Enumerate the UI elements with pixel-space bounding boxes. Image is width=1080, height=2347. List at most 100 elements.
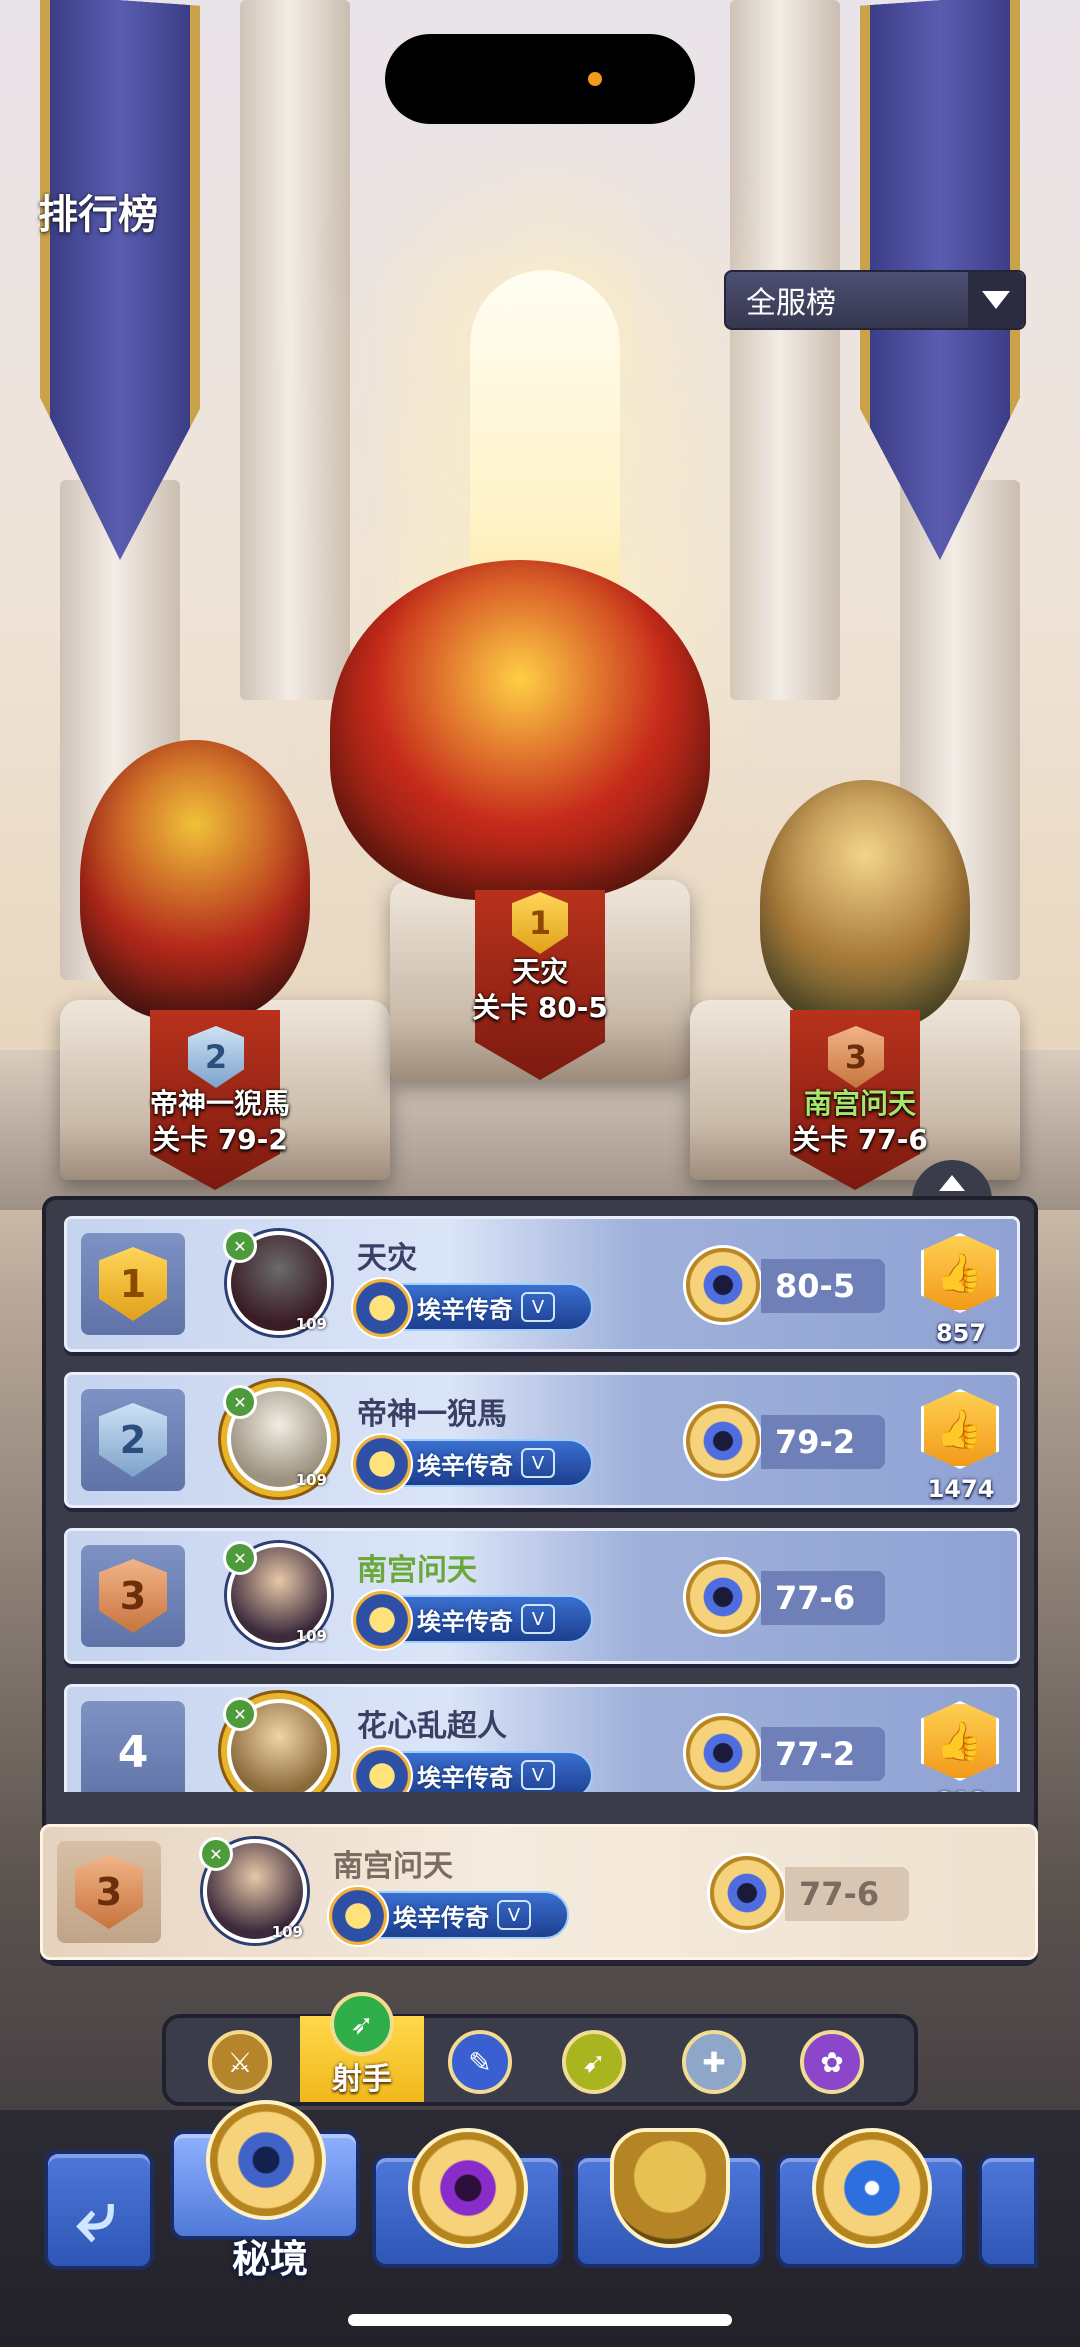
chevron-down-icon[interactable]: [968, 272, 1024, 328]
tier-emblem-icon: [351, 1433, 413, 1495]
row-rank-cell: 2: [81, 1389, 185, 1491]
tier-label: 埃辛传奇: [417, 1295, 513, 1324]
like-button[interactable]: 👍: [921, 1701, 999, 1781]
podium-stage-1: 关卡 80-5: [472, 991, 608, 1024]
privacy-indicator-dot: [588, 72, 602, 86]
stage-value: 77-6: [785, 1867, 909, 1921]
warrior-icon[interactable]: ⚔: [208, 2030, 272, 2094]
like-button[interactable]: 👍: [921, 1389, 999, 1469]
avatar[interactable]: ✕ 109: [199, 1837, 307, 1943]
podium-stage-3: 关卡 77-6: [792, 1123, 928, 1156]
player-name: 帝神一猊馬: [357, 1397, 507, 1432]
stage-value: 77-2: [761, 1727, 885, 1781]
camera-notch: [385, 34, 695, 124]
table-row[interactable]: 2 ✕ 109 帝神一猊馬 埃辛传奇 V 79-2 👍 1474: [64, 1372, 1020, 1508]
tier-label: 埃辛传奇: [417, 1607, 513, 1636]
like-count: 818: [903, 1787, 1019, 1792]
thumbs-up-icon: 👍: [936, 1406, 984, 1451]
player-name: 花心乱超人: [357, 1709, 507, 1744]
class-archer-icon: ✕: [223, 1229, 257, 1263]
tier-rank: V: [521, 1448, 555, 1478]
nav-tab-5[interactable]: [978, 2154, 1038, 2268]
stage-icon: [683, 1713, 763, 1792]
avatar-level: 109: [271, 1923, 303, 1941]
class-archer-icon: ✕: [223, 1697, 257, 1731]
avatar[interactable]: ✕ 109: [223, 1541, 331, 1647]
rank-badge-bronze: 3: [99, 1559, 167, 1633]
avatar-level: 109: [295, 1627, 327, 1645]
stage-value: 80-5: [761, 1259, 885, 1313]
player-name: 天灾: [357, 1241, 417, 1276]
tier-label: 埃辛传奇: [393, 1903, 489, 1932]
podium-name-3: 南宫问天: [803, 1087, 916, 1120]
summoner-icon[interactable]: ✿: [800, 2030, 864, 2094]
mage-icon[interactable]: ✎: [448, 2030, 512, 2094]
tier-badge: 埃辛传奇 V: [351, 1745, 593, 1792]
back-arrow-icon: ⤶: [76, 2174, 116, 2257]
stage-icon: [683, 1245, 763, 1325]
tier-label: 埃辛传奇: [417, 1763, 513, 1792]
table-row[interactable]: 1 ✕ 109 天灾 埃辛传奇 V 80-5 👍 857: [64, 1216, 1020, 1352]
tier-badge: 埃辛传奇 V: [327, 1885, 569, 1947]
avatar[interactable]: ✕ 109: [223, 1229, 331, 1335]
avatar[interactable]: ✕: [223, 1697, 331, 1792]
thumbs-up-icon: 👍: [936, 1250, 984, 1295]
rank-badge-bronze: 3: [75, 1855, 143, 1929]
tier-badge: 埃辛传奇 V: [351, 1589, 593, 1651]
page-title: 排行榜: [38, 192, 158, 238]
chevron-up-icon: [939, 1175, 965, 1191]
rank-number: 4: [117, 1726, 149, 1778]
table-row[interactable]: 4 ✕ 花心乱超人 埃辛传奇 V 77-2 👍 818: [64, 1684, 1020, 1792]
podium-stage-2: 关卡 79-2: [152, 1123, 288, 1156]
class-archer-icon: ✕: [199, 1837, 233, 1871]
archer-icon[interactable]: ➶: [330, 1992, 394, 2056]
my-rank-row[interactable]: 3 ✕ 109 南宫问天 埃辛传奇 V 77-6: [40, 1824, 1038, 1960]
stage-icon: [683, 1557, 763, 1637]
tier-rank: V: [521, 1604, 555, 1634]
server-scope-value: 全服榜: [746, 286, 836, 321]
avatar-level: 109: [295, 1471, 327, 1489]
player-name: 南宫问天: [357, 1553, 477, 1588]
row-rank-cell: 1: [81, 1233, 185, 1335]
tier-rank: V: [521, 1760, 555, 1790]
stage-icon: [707, 1853, 787, 1933]
hero-rank-2[interactable]: [80, 740, 310, 1020]
like-count: 1474: [927, 1475, 995, 1503]
tier-badge: 埃辛传奇 V: [351, 1433, 593, 1495]
avatar[interactable]: ✕ 109: [223, 1385, 331, 1491]
nav-tab-label: 秘境: [231, 2237, 308, 2281]
crown-emblem-icon: [610, 2128, 730, 2248]
stage-value: 77-6: [761, 1571, 885, 1625]
secret-realm-icon: [206, 2100, 326, 2220]
rank-badge-silver: 2: [99, 1403, 167, 1477]
table-row[interactable]: 3 ✕ 109 南宫问天 埃辛传奇 V 77-6: [64, 1528, 1020, 1664]
pillar-left: [240, 0, 350, 700]
podium-name-2: 帝神一猊馬: [149, 1087, 290, 1120]
class-archer-icon: ✕: [223, 1385, 257, 1419]
hero-rank-3[interactable]: [760, 780, 970, 1030]
tier-rank: V: [497, 1900, 531, 1930]
stage-icon: [683, 1401, 763, 1481]
priest-icon[interactable]: ✚: [682, 2030, 746, 2094]
tier-emblem-icon: [351, 1589, 413, 1651]
class-archer-icon: ✕: [223, 1541, 257, 1575]
row-rank-cell: 4: [81, 1701, 185, 1792]
thumbs-up-icon: 👍: [936, 1718, 984, 1763]
assassin-icon[interactable]: ➹: [562, 2030, 626, 2094]
leaderboard-list[interactable]: 1 ✕ 109 天灾 埃辛传奇 V 80-5 👍 857 2 ✕ 109 帝神一…: [64, 1216, 1020, 1792]
tier-emblem-icon: [351, 1745, 413, 1792]
hero-rank-1[interactable]: [330, 560, 710, 900]
player-name: 南宫问天: [333, 1849, 453, 1884]
pillar-right: [730, 0, 840, 700]
avatar-level: 109: [295, 1315, 327, 1333]
like-button[interactable]: 👍: [921, 1233, 999, 1313]
purple-orb-emblem-icon: [408, 2128, 528, 2248]
tier-emblem-icon: [327, 1885, 389, 1947]
star-orb-emblem-icon: [812, 2128, 932, 2248]
rank-badge-gold: 1: [99, 1247, 167, 1321]
tier-label: 埃辛传奇: [417, 1451, 513, 1480]
home-indicator: [348, 2314, 732, 2326]
podium-name-1: 天灾: [511, 955, 568, 988]
server-scope-dropdown[interactable]: 全服榜: [724, 270, 1026, 330]
tier-rank: V: [521, 1292, 555, 1322]
